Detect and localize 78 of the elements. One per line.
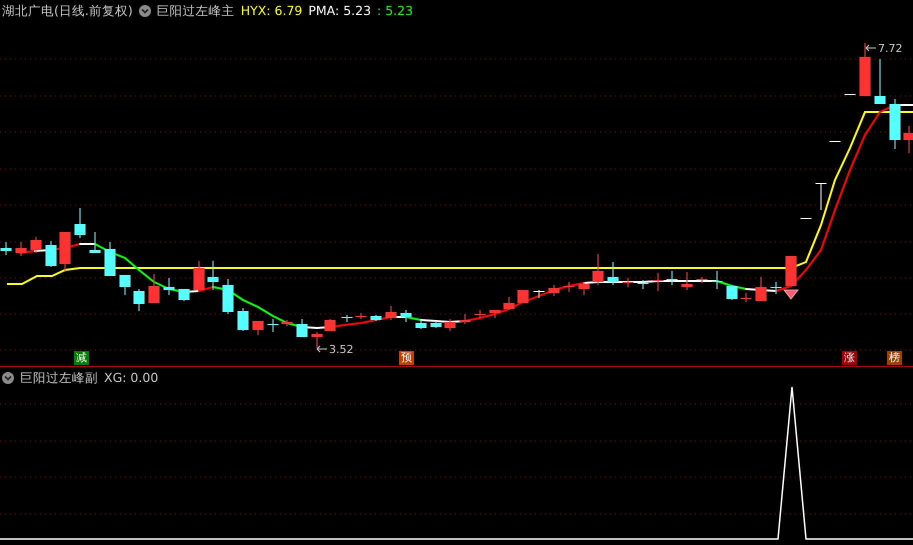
- candlestick: [30, 236, 42, 254]
- candlestick: [682, 272, 692, 290]
- candlestick: [208, 260, 218, 290]
- indicator-reading: HYX: 6.79: [240, 2, 302, 20]
- candlestick: [874, 58, 886, 104]
- indicator-reading: PMA: 5.23: [308, 2, 372, 20]
- signal-marker: 减: [74, 351, 89, 365]
- candlestick: [756, 276, 766, 302]
- candlestick: [563, 282, 575, 292]
- signal-marker: 榜: [887, 351, 902, 365]
- candlestick: [267, 318, 279, 332]
- indicator-name: 巨阳过左峰主: [156, 2, 235, 20]
- candlestick: [533, 290, 545, 298]
- candlestick: [592, 254, 604, 286]
- candlestick: [386, 306, 396, 320]
- candlestick: [548, 284, 560, 296]
- candlestick: [890, 98, 900, 150]
- candlestick: [178, 288, 190, 302]
- gem-icon: [783, 290, 799, 300]
- candlestick: [120, 274, 130, 296]
- candlestick: [324, 318, 336, 332]
- candlestick: [860, 42, 870, 96]
- candlestick: [194, 260, 204, 290]
- candlestick: [370, 314, 382, 322]
- candlestick: [904, 126, 913, 154]
- candlestick: [637, 280, 649, 290]
- indicator-reading: XG: 0.00: [104, 369, 158, 387]
- stock-title: 湖北广电(日线.前复权): [2, 2, 133, 20]
- candlestick: [578, 282, 590, 296]
- high-price-label: 7.72: [866, 42, 902, 55]
- candlestick: [238, 308, 248, 332]
- candlestick: [90, 232, 100, 254]
- candlestick: [164, 278, 174, 296]
- candlestick: [815, 182, 827, 210]
- candlestick: [60, 232, 70, 272]
- candlestick: [460, 314, 470, 324]
- indicator-name: 巨阳过左峰副: [20, 369, 98, 387]
- candlestick: [474, 310, 486, 318]
- candlestick: [355, 312, 367, 320]
- candlestick: [312, 332, 322, 348]
- candlestick: [252, 320, 264, 336]
- candlestick: [504, 296, 514, 310]
- candlestick: [46, 240, 56, 268]
- candlestick: [740, 292, 752, 302]
- candlestick: [622, 278, 634, 288]
- candlestick: [444, 318, 456, 332]
- candlestick: [104, 242, 116, 276]
- candlestick: [608, 262, 618, 286]
- indicator-reading: : 5.23: [377, 2, 414, 20]
- dropdown-icon[interactable]: [138, 5, 151, 18]
- candlestick: [829, 141, 841, 142]
- candlestick: [844, 94, 856, 95]
- candlestick: [666, 270, 678, 286]
- low-price-label: 3.52: [316, 343, 354, 356]
- signal-marker: 涨: [842, 351, 857, 365]
- signal-marker: 预: [399, 351, 414, 365]
- candlestick: [400, 310, 412, 322]
- candlestick: [148, 274, 160, 304]
- candlestick: [134, 288, 144, 312]
- candlestick: [711, 270, 723, 290]
- candlestick: [296, 318, 308, 338]
- candlestick: [726, 284, 738, 300]
- candlestick: [0, 242, 12, 256]
- candlestick: [800, 218, 812, 219]
- candlestick: [430, 320, 442, 328]
- candlestick: [282, 320, 292, 326]
- candlestick: [652, 272, 664, 292]
- candlestick: [341, 314, 353, 322]
- dropdown-icon[interactable]: [2, 372, 14, 384]
- candlestick: [74, 208, 86, 238]
- candlestick: [222, 278, 234, 314]
- candlestick: [696, 276, 708, 284]
- candlestick: [770, 282, 782, 294]
- candlestick: [416, 320, 426, 330]
- candlestick: [16, 242, 26, 256]
- candlestick: [786, 256, 796, 286]
- candlestick: [518, 290, 528, 304]
- candlestick: [490, 310, 500, 318]
